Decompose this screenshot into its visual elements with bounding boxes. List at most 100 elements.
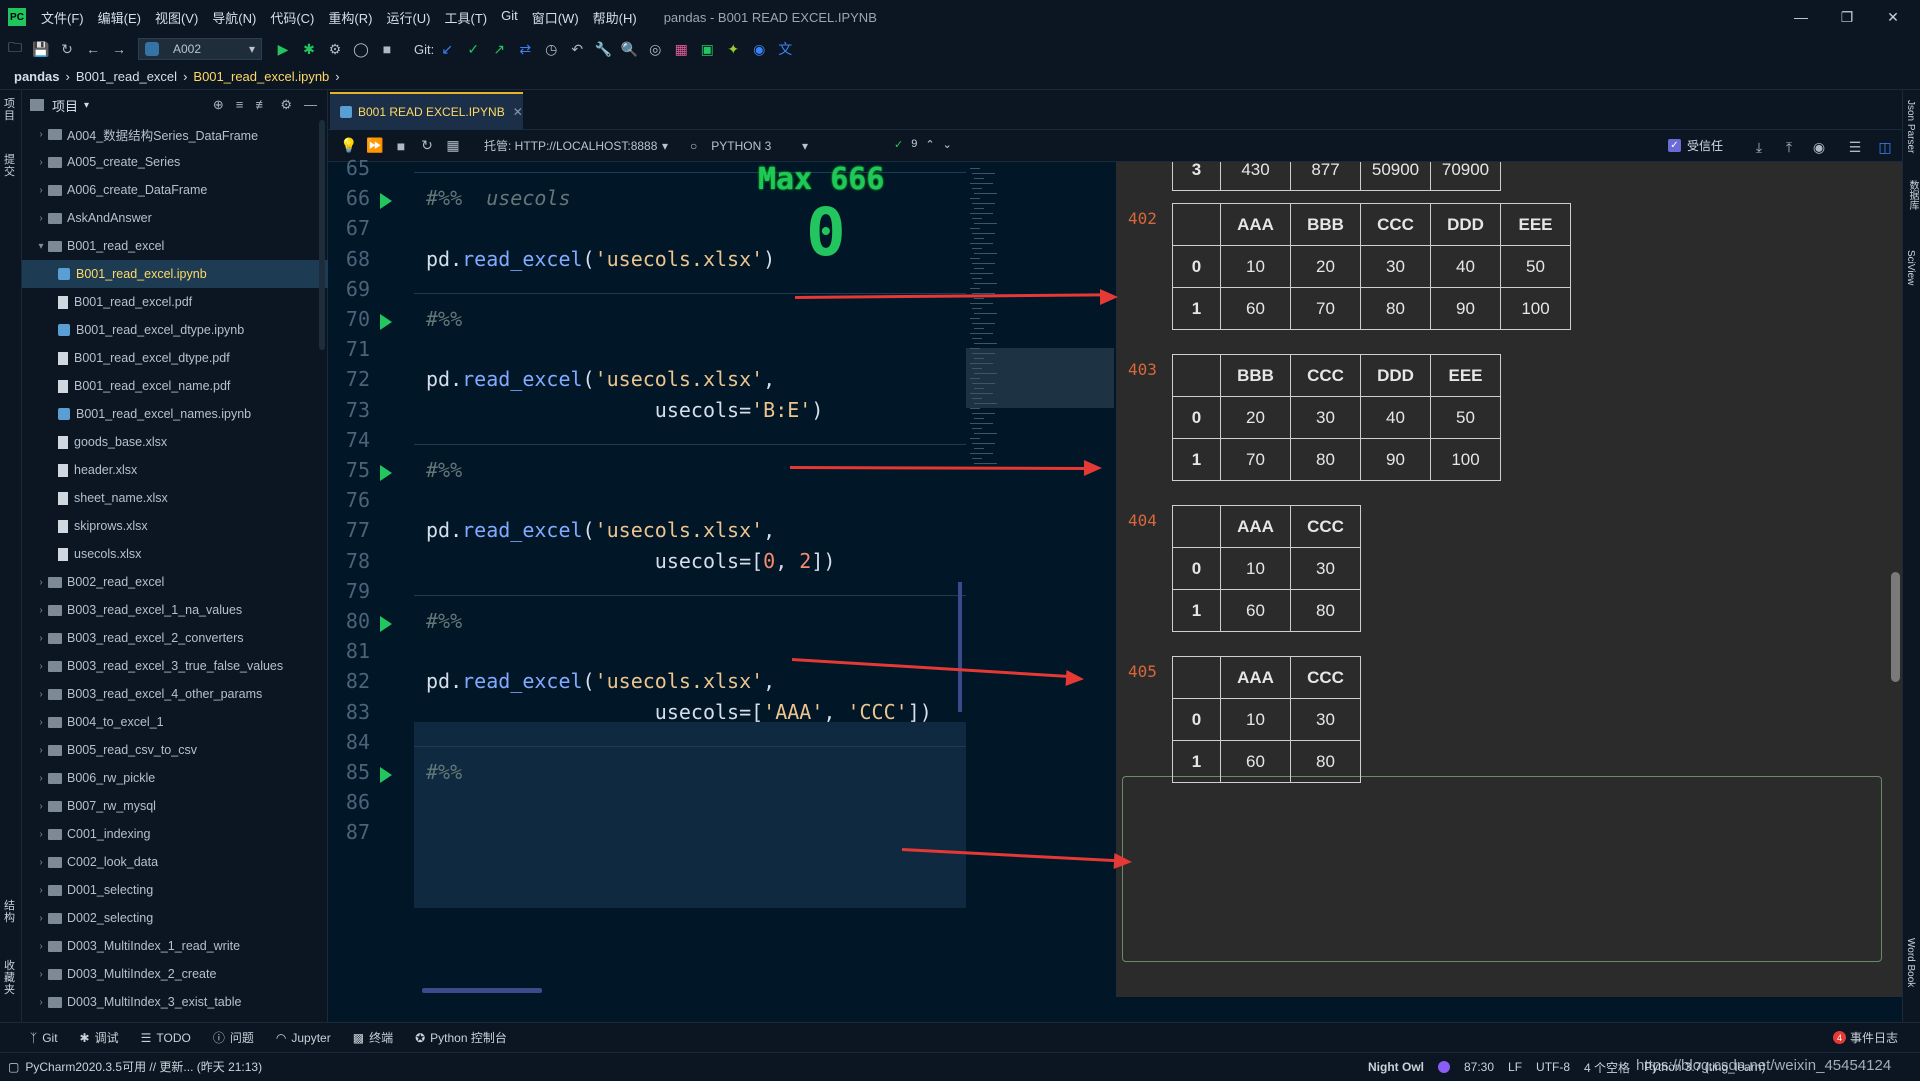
tree-item[interactable]: › B004_to_excel_1 (22, 708, 328, 736)
code-line[interactable]: #%% (426, 760, 462, 784)
coverage-icon[interactable]: ⚙ (322, 36, 348, 62)
run-cell-icon[interactable] (380, 193, 392, 210)
close-tab-icon[interactable]: ✕ (513, 105, 523, 119)
word-book-tool[interactable]: Word Book (1905, 938, 1916, 987)
upload-icon[interactable]: ⤒ (1776, 134, 1802, 160)
tree-item[interactable]: › C002_look_data (22, 848, 328, 876)
debug-icon[interactable]: ✱ (296, 36, 322, 62)
restart-kernel-icon[interactable]: ↻ (414, 133, 440, 159)
inspection-widget[interactable]: ✓ 9 ⌃ ⌄ (894, 138, 952, 151)
menu-item[interactable]: 代码(C) (263, 8, 321, 27)
menu-item[interactable]: 工具(T) (437, 8, 494, 27)
code-minimap[interactable] (966, 162, 1116, 997)
menu-item[interactable]: 导航(N) (205, 8, 263, 27)
sync-icon[interactable]: ↻ (54, 36, 80, 62)
chevron-right-icon[interactable]: › (34, 213, 48, 224)
code-line[interactable]: #%% (426, 609, 462, 633)
problems-tab[interactable]: ⓘ 问题 (213, 1029, 254, 1046)
chevron-right-icon[interactable]: › (34, 157, 48, 168)
git-merge-icon[interactable]: ⇄ (512, 36, 538, 62)
kernel-select[interactable]: ○ PYTHON 3 ▾ (684, 134, 814, 157)
minimize-icon[interactable]: — (1778, 0, 1824, 34)
horizontal-scrollbar[interactable] (422, 988, 542, 993)
run-cell-icon[interactable] (380, 767, 392, 783)
code-line[interactable]: pd.read_excel('usecols.xlsx', (426, 518, 775, 542)
jupyter-server-select[interactable]: 托管: HTTP://LOCALHOST:8888 ▾ (478, 134, 674, 157)
chevron-right-icon[interactable]: › (34, 885, 48, 896)
run-config-select[interactable]: A002 ▾ (138, 38, 262, 60)
tree-item[interactable]: header.xlsx (22, 456, 328, 484)
debug-tab[interactable]: ✱ 调试 (80, 1029, 119, 1046)
update-status-text[interactable]: PyCharm2020.3.5可用 // 更新... (昨天 21:13) (25, 1058, 262, 1075)
chevron-right-icon[interactable]: › (34, 185, 48, 196)
code-line[interactable]: pd.read_excel('usecols.xlsx', (426, 367, 775, 391)
chevron-right-icon[interactable]: › (34, 773, 48, 784)
tree-item[interactable]: › B006_rw_pickle (22, 764, 328, 792)
line-separator[interactable]: LF (1508, 1060, 1522, 1074)
eye-icon[interactable]: ◉ (1806, 134, 1832, 160)
chevron-right-icon[interactable]: › (34, 913, 48, 924)
code-line[interactable]: #%% (426, 458, 462, 482)
settings-wrench-icon[interactable]: 🔧 (590, 36, 616, 62)
run-cell-icon[interactable] (380, 465, 392, 481)
breadcrumb-item[interactable]: pandas (14, 69, 60, 84)
tab-b001-read-excel[interactable]: B001 READ EXCEL.IPYNB ✕ (330, 92, 523, 130)
jupyter-tab[interactable]: ◠ Jupyter (276, 1031, 331, 1045)
trusted-toggle[interactable]: ✓ 受信任 (1668, 137, 1723, 154)
chevron-down-icon[interactable]: ▾ (34, 241, 48, 252)
menu-item[interactable]: Git (494, 8, 525, 27)
minimap-viewport[interactable] (966, 348, 1114, 408)
interrupt-icon[interactable]: ■ (388, 133, 414, 159)
open-folder-icon[interactable]: 🗀 (2, 36, 28, 62)
output-scroll-thumb[interactable] (1891, 572, 1900, 682)
chevron-down-icon[interactable]: ⌄ (943, 138, 952, 151)
run-cell-icon[interactable] (380, 616, 392, 632)
code-line[interactable]: pd.read_excel('usecols.xlsx', (426, 669, 775, 693)
chevron-right-icon[interactable]: › (34, 941, 48, 952)
tree-item[interactable]: › A006_create_DataFrame (22, 176, 328, 204)
terminal-tab[interactable]: ▩ 终端 (353, 1029, 393, 1046)
tree-item[interactable]: B001_read_excel.ipynb (22, 260, 328, 288)
chevron-right-icon[interactable]: › (34, 605, 48, 616)
structure-icon[interactable]: ▦ (668, 36, 694, 62)
tree-item[interactable]: › B007_rw_mysql (22, 792, 328, 820)
commit-tool-label[interactable]: 提交 (4, 154, 17, 178)
project-scrollbar[interactable] (319, 120, 325, 350)
structure-tool-label[interactable]: 结构 (4, 900, 17, 924)
plugin-icon[interactable]: ✦ (720, 36, 746, 62)
tree-item[interactable]: usecols.xlsx (22, 540, 328, 568)
database-tool[interactable]: 数据库 (1905, 180, 1920, 210)
menu-item[interactable]: 重构(R) (321, 8, 379, 27)
chevron-right-icon[interactable]: › (34, 577, 48, 588)
todo-tab[interactable]: ☰ TODO (141, 1031, 191, 1045)
hide-icon[interactable]: — (304, 97, 317, 113)
tree-item[interactable]: › B005_read_csv_to_csv (22, 736, 328, 764)
breadcrumb-item[interactable]: B001_read_excel (76, 69, 177, 84)
collapse-all-icon[interactable]: ≢ (255, 97, 268, 113)
rollback-icon[interactable]: ↶ (564, 36, 590, 62)
python-console-tab[interactable]: ✪ Python 控制台 (415, 1029, 507, 1046)
sciview-tool[interactable]: SciView (1905, 250, 1916, 285)
restore-icon[interactable]: ❐ (1824, 0, 1870, 34)
tree-item[interactable]: › D003_MultiIndex_1_read_write (22, 932, 328, 960)
chevron-right-icon[interactable]: › (34, 969, 48, 980)
git-commit-icon[interactable]: ✓ (460, 36, 486, 62)
tree-item[interactable]: B001_read_excel_name.pdf (22, 372, 328, 400)
tree-item[interactable]: skiprows.xlsx (22, 512, 328, 540)
caret-position[interactable]: 87:30 (1464, 1060, 1494, 1074)
git-update-icon[interactable]: ↙ (434, 36, 460, 62)
chevron-right-icon[interactable]: › (34, 661, 48, 672)
chevron-right-icon[interactable]: › (34, 997, 48, 1008)
editor-scroll-thumb[interactable] (958, 582, 962, 712)
menu-item[interactable]: 文件(F) (34, 8, 91, 27)
history-icon[interactable]: ◷ (538, 36, 564, 62)
menu-item[interactable]: 视图(V) (148, 8, 205, 27)
back-icon[interactable]: ← (80, 36, 106, 62)
menu-item[interactable]: 帮助(H) (586, 8, 644, 27)
run-icon[interactable]: ▶ (270, 36, 296, 62)
tree-item[interactable]: › B003_read_excel_3_true_false_values (22, 652, 328, 680)
code-editor[interactable]: #%% usecols pd.read_excel('usecols.xlsx')… (414, 162, 966, 997)
chevron-right-icon[interactable]: › (34, 129, 48, 140)
indent-setting[interactable]: 4 个空格 (1584, 1059, 1630, 1076)
tree-item[interactable]: B001_read_excel_dtype.pdf (22, 344, 328, 372)
